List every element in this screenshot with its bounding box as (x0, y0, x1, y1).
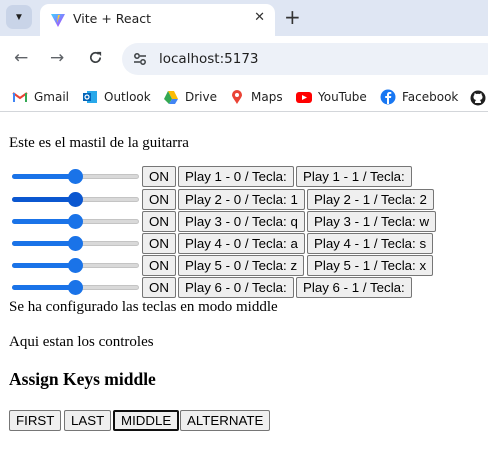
string-slider[interactable] (11, 277, 140, 298)
bookmark-label: Drive (185, 90, 217, 104)
play-0-button[interactable]: Play 3 - 0 / Tecla: q (178, 211, 305, 232)
page-content: Este es el mastil de la guitarra ON Play… (0, 113, 488, 452)
config-message: Se ha configurado las teclas en modo mid… (9, 299, 278, 315)
facebook-icon (380, 89, 396, 105)
vite-logo-icon (51, 14, 65, 27)
bookmark-label: YouTube (318, 90, 367, 104)
slider-thumb[interactable] (68, 236, 83, 251)
mode-last-button[interactable]: LAST (64, 410, 112, 431)
github-icon[interactable] (470, 90, 486, 106)
play-1-button[interactable]: Play 3 - 1 / Tecla: w (307, 211, 437, 232)
string-slider[interactable] (11, 255, 140, 276)
play-0-button[interactable]: Play 4 - 0 / Tecla: a (178, 233, 305, 254)
slider-fill (12, 197, 76, 202)
bookmark-facebook[interactable]: Facebook (380, 88, 458, 106)
bookmark-label: Outlook (104, 90, 151, 104)
tab-search-button[interactable]: ▼ (6, 5, 32, 29)
slider-thumb[interactable] (68, 214, 83, 229)
slider-thumb[interactable] (68, 192, 83, 207)
slider-fill (12, 263, 76, 268)
outlook-icon (83, 91, 97, 103)
new-tab-button[interactable]: + (284, 5, 301, 29)
slider-fill (12, 174, 76, 179)
toggle-on-button[interactable]: ON (142, 166, 176, 187)
toggle-on-button[interactable]: ON (142, 255, 176, 276)
string-slider[interactable] (11, 233, 140, 254)
string-slider[interactable] (11, 189, 140, 210)
slider-thumb[interactable] (68, 280, 83, 295)
bookmark-outlook[interactable]: Outlook (82, 88, 151, 106)
chevron-down-icon: ▼ (14, 11, 24, 23)
bookmark-youtube[interactable]: YouTube (296, 88, 367, 106)
bookmarks-bar: Gmail Outlook Drive Maps YouTube Faceboo… (0, 82, 488, 112)
slider-fill (12, 219, 76, 224)
controls-message: Aqui estan los controles (9, 334, 154, 350)
address-bar[interactable]: localhost:5173 (122, 43, 488, 75)
gmail-icon (12, 92, 28, 102)
url-text: localhost:5173 (159, 51, 259, 67)
play-0-button[interactable]: Play 5 - 0 / Tecla: z (178, 255, 305, 276)
tab-title: Vite + React (73, 11, 152, 26)
intro-text: Este es el mastil de la guitarra (9, 135, 189, 151)
bookmark-label: Facebook (402, 90, 459, 104)
mode-alternate-button[interactable]: ALTERNATE (180, 410, 271, 431)
slider-fill (12, 241, 76, 246)
play-1-button[interactable]: Play 2 - 1 / Tecla: 2 (307, 189, 434, 210)
toggle-on-button[interactable]: ON (142, 189, 176, 210)
play-1-button[interactable]: Play 4 - 1 / Tecla: s (307, 233, 434, 254)
bookmark-drive[interactable]: Drive (163, 88, 217, 106)
string-slider[interactable] (11, 166, 140, 187)
slider-fill (12, 285, 76, 290)
play-0-button[interactable]: Play 1 - 0 / Tecla: (178, 166, 294, 187)
bookmark-label: Gmail (34, 90, 70, 104)
youtube-icon (296, 92, 312, 103)
play-0-button[interactable]: Play 6 - 0 / Tecla: (178, 277, 294, 298)
slider-thumb[interactable] (68, 258, 83, 273)
bookmark-gmail[interactable]: Gmail (12, 88, 69, 106)
play-1-button[interactable]: Play 1 - 1 / Tecla: (296, 166, 412, 187)
mode-first-button[interactable]: FIRST (9, 410, 62, 431)
drive-icon (164, 91, 178, 104)
mode-middle-button[interactable]: MIDDLE (113, 410, 180, 431)
bookmark-maps[interactable]: Maps (229, 88, 283, 106)
back-arrow-icon[interactable]: ← (14, 49, 28, 67)
play-1-button[interactable]: Play 6 - 1 / Tecla: (296, 277, 412, 298)
toggle-on-button[interactable]: ON (142, 277, 176, 298)
tab-strip: ▼ Vite + React ✕ + (0, 0, 488, 36)
browser-toolbar: ← → localhost:5173 (0, 36, 488, 82)
bookmark-label: Maps (251, 90, 283, 104)
play-1-button[interactable]: Play 5 - 1 / Tecla: x (307, 255, 434, 276)
string-slider[interactable] (11, 211, 140, 232)
toggle-on-button[interactable]: ON (142, 211, 176, 232)
play-0-button[interactable]: Play 2 - 0 / Tecla: 1 (178, 189, 305, 210)
toggle-on-button[interactable]: ON (142, 233, 176, 254)
reload-icon[interactable] (88, 50, 103, 65)
site-info-icon[interactable] (132, 51, 148, 67)
browser-tab[interactable]: Vite + React ✕ (40, 4, 275, 36)
forward-arrow-icon[interactable]: → (50, 49, 64, 67)
maps-icon (232, 90, 242, 104)
close-icon[interactable]: ✕ (254, 10, 265, 25)
assign-keys-title: Assign Keys middle (9, 369, 156, 389)
slider-thumb[interactable] (68, 169, 83, 184)
